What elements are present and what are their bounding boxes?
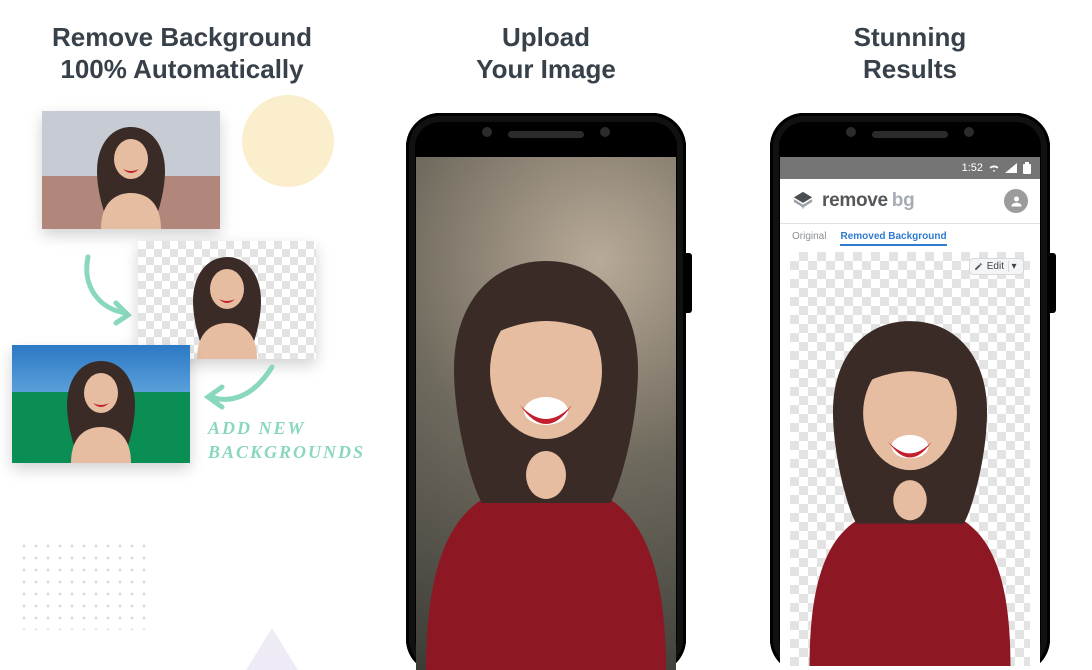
brand-logo: remove bg	[822, 190, 914, 212]
phone-screen	[416, 157, 676, 670]
app-bar: remove bg	[780, 179, 1040, 223]
yellow-blob	[242, 95, 334, 187]
add-backgrounds-caption: ADD NEW BACKGROUNDS	[208, 417, 365, 464]
subject-photo	[416, 243, 676, 670]
feature-col-results: Stunning Results 1:52	[728, 0, 1092, 670]
headline-line2: Results	[863, 54, 957, 84]
person-illustration	[81, 119, 181, 229]
edit-label: Edit	[987, 261, 1004, 272]
result-tabs: Original Removed Background	[780, 223, 1040, 250]
brand-text-a: remove	[822, 190, 888, 212]
person-illustration	[51, 353, 151, 463]
headline-results: Stunning Results	[728, 22, 1092, 85]
tab-removed-background[interactable]: Removed Background	[840, 231, 946, 246]
battery-icon	[1022, 162, 1032, 174]
pencil-icon	[974, 262, 983, 271]
subject-cutout	[795, 306, 1025, 666]
collage-photo-beach	[12, 345, 190, 463]
dot-pattern	[18, 540, 148, 630]
account-icon	[1009, 194, 1024, 209]
phone-mock-results: 1:52 remove bg	[770, 113, 1050, 670]
collage-photo-street	[42, 111, 220, 229]
headline-line2: Your Image	[476, 54, 616, 84]
result-canvas: Edit ▾	[790, 252, 1030, 666]
wifi-icon	[988, 163, 1000, 173]
chevron-down-icon: ▾	[1008, 261, 1019, 272]
status-bar: 1:52	[780, 157, 1040, 179]
tab-original[interactable]: Original	[792, 231, 826, 246]
arrow-icon	[76, 251, 146, 331]
phone-speaker	[508, 131, 584, 138]
collage: ADD NEW BACKGROUNDS	[12, 105, 352, 525]
headline-line1: Stunning	[854, 22, 967, 52]
headline-upload: Upload Your Image	[364, 22, 728, 85]
feature-col-upload: Upload Your Image	[364, 0, 728, 670]
phone-mock-upload	[406, 113, 686, 670]
arrow-icon	[198, 357, 278, 417]
phone-camera	[846, 127, 856, 137]
triangle-accent	[240, 628, 304, 670]
headline-line1: Upload	[502, 22, 590, 52]
edit-button[interactable]: Edit ▾	[969, 258, 1024, 275]
phone-camera	[964, 127, 974, 137]
signal-icon	[1005, 163, 1017, 173]
headline-line2: 100% Automatically	[60, 54, 303, 84]
person-illustration	[177, 249, 277, 359]
headline-remove: Remove Background 100% Automatically	[0, 22, 364, 85]
phone-camera	[482, 127, 492, 137]
account-button[interactable]	[1004, 189, 1028, 213]
phone-screen: 1:52 remove bg	[780, 157, 1040, 670]
phone-speaker	[872, 131, 948, 138]
phone-camera	[600, 127, 610, 137]
layers-icon	[792, 190, 814, 212]
brand-text-b: bg	[892, 190, 915, 212]
feature-col-remove: Remove Background 100% Automatically	[0, 0, 364, 670]
status-time: 1:52	[962, 162, 983, 174]
headline-line1: Remove Background	[52, 22, 312, 52]
collage-photo-transparent	[138, 241, 316, 359]
